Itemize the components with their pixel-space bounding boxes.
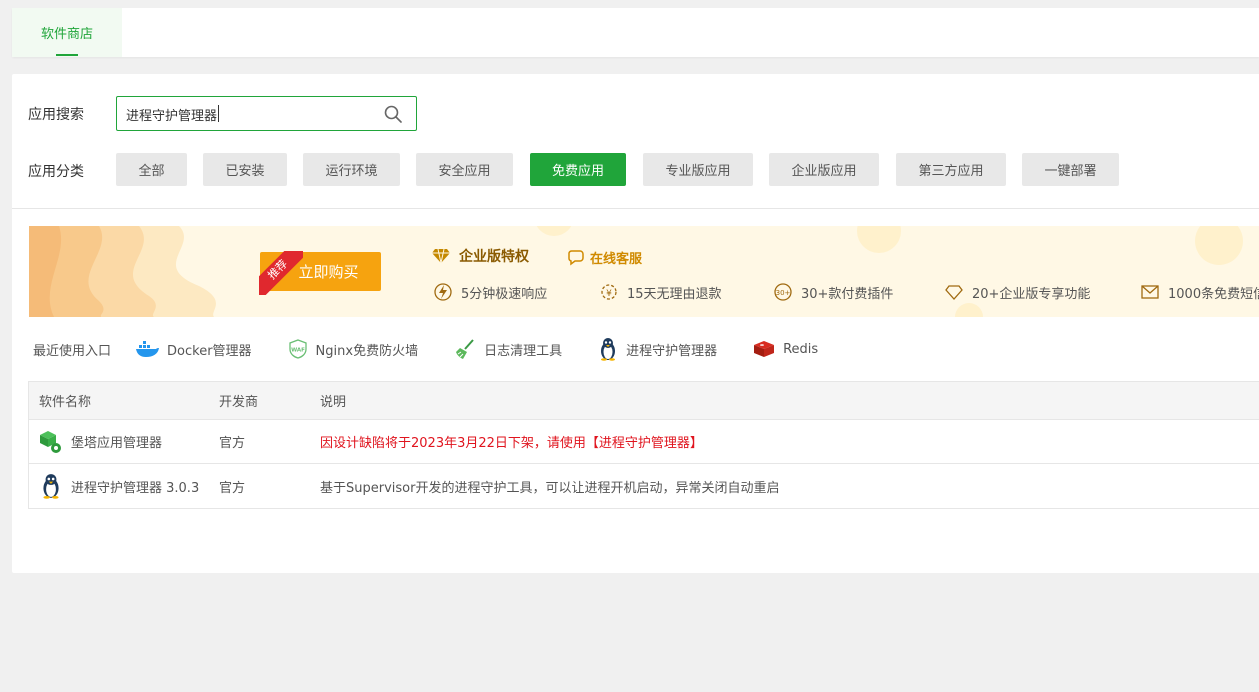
software-table: 软件名称 开发商 说明 堡塔应用管理器 官方 因设计缺陷将于2023年3月22日…	[28, 381, 1259, 509]
row-name-cell: 堡塔应用管理器	[39, 420, 162, 463]
row-description-cell: 基于Supervisor开发的进程守护工具，可以让进程开机启动，异常关闭自动重启	[320, 480, 780, 496]
refund-icon: ¥	[601, 284, 617, 300]
recommend-ribbon: 推荐	[259, 251, 303, 295]
broom-icon	[456, 339, 474, 359]
text-cursor	[218, 105, 219, 122]
software-store-panel: 应用搜索 应用分类 全部 已安装 运行环境 安全应用 免费应用 专业版应用 企业…	[12, 74, 1259, 573]
search-icon[interactable]	[384, 105, 402, 123]
docker-icon	[136, 341, 160, 357]
search-input[interactable]	[126, 104, 376, 124]
table-header: 软件名称 开发商 说明	[29, 382, 1259, 420]
banner-circle-decoration	[536, 226, 1243, 317]
recent-item-log-cleaner[interactable]: 日志清理工具	[454, 338, 562, 360]
chat-icon	[568, 249, 584, 265]
perk-fast-response: 5分钟极速响应	[433, 282, 547, 302]
recent-item-nginx-waf[interactable]: WAF Nginx免费防火墙	[288, 339, 418, 359]
row-developer-cell: 官方	[219, 480, 246, 496]
perk-refund: ¥ 15天无理由退款	[599, 282, 722, 302]
header-developer: 开发商	[219, 395, 259, 410]
category-runtime[interactable]: 运行环境	[303, 153, 400, 186]
table-row[interactable]: 进程守护管理器 3.0.3 官方 基于Supervisor开发的进程守护工具，可…	[29, 464, 1259, 508]
header-description: 说明	[320, 395, 347, 410]
diamond-icon	[432, 248, 450, 264]
recent-item-process-guard[interactable]: 进程守护管理器	[598, 337, 717, 361]
row-name-cell: 进程守护管理器 3.0.3	[39, 464, 199, 508]
recent-item-redis[interactable]: Redis	[753, 339, 818, 359]
header-name: 软件名称	[39, 395, 92, 410]
perk-enterprise-features: 20+企业版专享功能	[944, 282, 1090, 302]
svg-text:¥: ¥	[606, 289, 612, 299]
tab-software-store[interactable]: 软件商店	[12, 8, 122, 57]
svg-text:WAF: WAF	[291, 348, 305, 354]
row-developer-cell: 官方	[219, 436, 246, 451]
top-tab-bar: 软件商店	[12, 8, 1259, 57]
enterprise-privileges-title: 企业版特权	[431, 246, 529, 266]
online-service-link[interactable]: 在线客服	[567, 248, 642, 267]
divider	[12, 208, 1259, 209]
svg-text:30+: 30+	[776, 289, 791, 297]
search-label: 应用搜索	[28, 107, 84, 123]
waf-shield-icon: WAF	[288, 339, 307, 359]
mail-icon	[1141, 285, 1159, 299]
recent-entries: 最近使用入口 Docker管理器 WAF Nginx免费防火墙 日志清理工具 进…	[33, 337, 854, 361]
plugins-30-icon: 30+	[774, 283, 792, 301]
redis-icon	[754, 341, 775, 357]
recent-item-docker[interactable]: Docker管理器	[135, 340, 252, 359]
lightning-icon	[434, 283, 452, 301]
category-enterprise[interactable]: 企业版应用	[769, 153, 879, 186]
category-third-party[interactable]: 第三方应用	[896, 153, 1006, 186]
category-one-click-deploy[interactable]: 一键部署	[1022, 153, 1119, 186]
category-installed[interactable]: 已安装	[203, 153, 287, 186]
table-row[interactable]: 堡塔应用管理器 官方 因设计缺陷将于2023年3月22日下架，请使用【进程守护管…	[29, 420, 1259, 464]
recent-label: 最近使用入口	[33, 343, 112, 359]
search-box[interactable]	[116, 96, 417, 131]
perk-free-sms: 1000条免费短信	[1140, 282, 1259, 302]
penguin-icon	[601, 338, 616, 361]
penguin-icon	[43, 474, 59, 499]
category-label: 应用分类	[28, 164, 84, 180]
category-pro[interactable]: 专业版应用	[643, 153, 753, 186]
app-manager-icon	[40, 430, 61, 453]
perk-plugins: 30+ 30+款付费插件	[773, 282, 893, 302]
category-all[interactable]: 全部	[116, 153, 187, 186]
enterprise-banner: 立即购买 推荐 企业版特权 在线客服 5分钟极速响应 ¥ 15天无理由退款 30…	[29, 226, 1259, 317]
category-security[interactable]: 安全应用	[416, 153, 513, 186]
category-free[interactable]: 免费应用	[530, 153, 626, 186]
diamond-outline-icon	[945, 285, 963, 300]
row-description-cell: 因设计缺陷将于2023年3月22日下架，请使用【进程守护管理器】	[320, 436, 703, 451]
